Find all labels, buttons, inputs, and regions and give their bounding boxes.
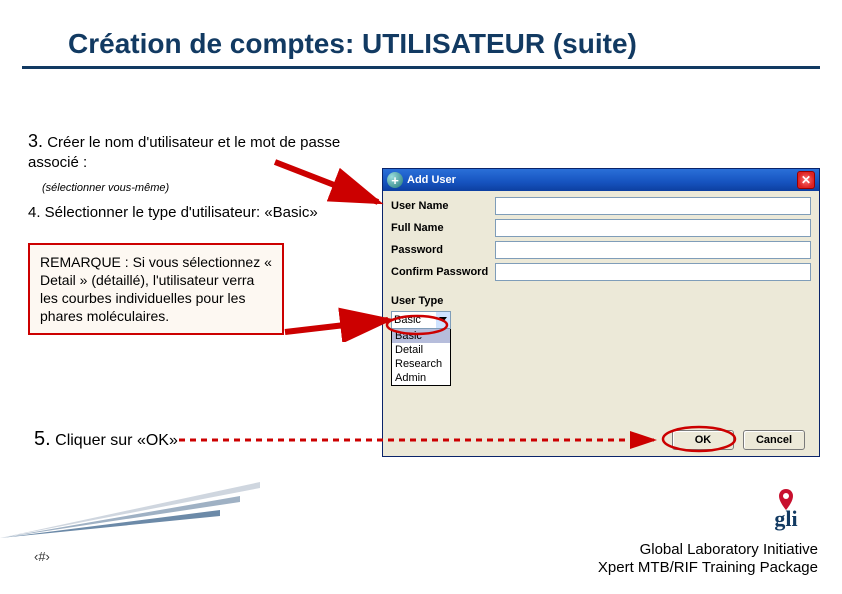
add-user-dialog: + Add User ✕ User Name Full Name Passwor… [382, 168, 820, 457]
page-number: ‹#› [34, 549, 50, 564]
footer-text: Global Laboratory Initiative Xpert MTB/R… [598, 541, 818, 579]
label-usertype: User Type [391, 295, 811, 307]
note-box: REMARQUE : Si vous sélectionnez « Detail… [28, 243, 284, 336]
add-user-icon: + [387, 172, 403, 188]
usertype-selected: Basic [392, 314, 436, 326]
option-basic[interactable]: Basic [392, 329, 450, 343]
step-3: 3. Créer le nom d'utilisateur et le mot … [28, 130, 384, 173]
option-research[interactable]: Research [392, 357, 450, 371]
input-username[interactable] [495, 197, 811, 215]
step3-hint: (sélectionner vous-même) [42, 181, 384, 195]
step5-number: 5. [34, 428, 51, 450]
label-username: User Name [391, 200, 495, 212]
option-detail[interactable]: Detail [392, 343, 450, 357]
dialog-form: User Name Full Name Password Confirm Pas… [383, 191, 819, 456]
label-password: Password [391, 244, 495, 256]
dialog-button-row: OK Cancel [391, 386, 811, 456]
input-confirm[interactable] [495, 263, 811, 281]
label-fullname: Full Name [391, 222, 495, 234]
step-5: 5. Cliquer sur «OK» [34, 428, 178, 451]
step3-text: Créer le nom d'utilisateur et le mot de … [28, 134, 340, 171]
slide-title: Création de comptes: UTILISATEUR (suite) [22, 0, 820, 69]
dialog-titlebar[interactable]: + Add User ✕ [383, 169, 819, 191]
content-area: 3. Créer le nom d'utilisateur et le mot … [28, 130, 384, 335]
input-fullname[interactable] [495, 219, 811, 237]
footer-line1: Global Laboratory Initiative [640, 541, 818, 558]
usertype-dropdown[interactable]: Basic Detail Research Admin [391, 328, 451, 386]
option-admin[interactable]: Admin [392, 371, 450, 385]
usertype-combobox[interactable]: Basic [391, 311, 451, 329]
row-username: User Name [391, 197, 811, 215]
input-password[interactable] [495, 241, 811, 259]
cancel-button[interactable]: Cancel [743, 430, 805, 450]
decor-swoosh [0, 482, 260, 538]
gli-logo: gli [760, 486, 812, 532]
step-4: 4. Sélectionner le type d'utilisateur: «… [28, 203, 384, 223]
gli-logo-text: gli [774, 506, 797, 531]
row-fullname: Full Name [391, 219, 811, 237]
step4-text: 4. Sélectionner le type d'utilisateur: «… [28, 204, 318, 221]
row-confirm: Confirm Password [391, 263, 811, 281]
chevron-down-icon[interactable] [436, 312, 450, 328]
row-password: Password [391, 241, 811, 259]
label-confirm: Confirm Password [391, 266, 495, 278]
footer-line2: Xpert MTB/RIF Training Package [598, 559, 818, 576]
step3-number: 3. [28, 131, 43, 151]
step5-text: Cliquer sur «OK» [55, 432, 178, 449]
dialog-title: Add User [407, 174, 797, 186]
close-icon[interactable]: ✕ [797, 171, 815, 189]
ok-button[interactable]: OK [672, 430, 734, 450]
